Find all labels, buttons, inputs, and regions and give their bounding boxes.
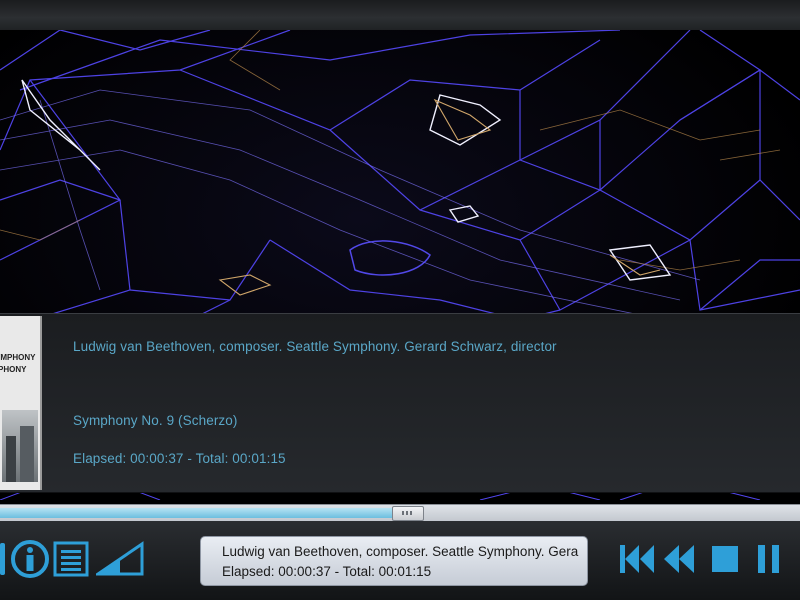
time-line: Elapsed: 00:00:37 - Total: 00:01:15: [73, 451, 286, 466]
pause-icon: [758, 545, 779, 573]
skip-previous-button[interactable]: [618, 543, 656, 575]
stop-button[interactable]: [710, 543, 740, 575]
pause-button[interactable]: [756, 543, 782, 575]
info-icon[interactable]: [10, 539, 50, 579]
partial-icon[interactable]: [0, 541, 6, 577]
now-playing-line-1: Ludwig van Beethoven, composer. Seattle …: [222, 544, 579, 559]
title-bar: [0, 0, 800, 31]
playlist-icon[interactable]: [53, 541, 89, 577]
track-title: Symphony No. 9 (Scherzo): [73, 413, 238, 428]
now-playing-display: Ludwig van Beethoven, composer. Seattle …: [200, 536, 588, 586]
rewind-icon: [664, 545, 694, 573]
now-playing-line-2: Elapsed: 00:00:37 - Total: 00:01:15: [222, 564, 432, 579]
seek-bar[interactable]: [0, 504, 800, 521]
album-art-text-2: PHONY: [0, 365, 27, 374]
artist-line: Ludwig van Beethoven, composer. Seattle …: [73, 339, 557, 354]
rewind-button[interactable]: [662, 543, 696, 575]
album-art-text-1: YMPHONY: [0, 353, 36, 362]
seek-thumb[interactable]: [392, 506, 424, 521]
seek-progress: [0, 508, 392, 518]
skip-previous-icon: [620, 545, 654, 573]
album-art: YMPHONY PHONY: [0, 316, 42, 490]
stop-icon: [712, 546, 738, 572]
volume-icon[interactable]: [93, 541, 144, 577]
track-info-panel: YMPHONY PHONY Ludwig van Beethoven, comp…: [0, 313, 800, 493]
